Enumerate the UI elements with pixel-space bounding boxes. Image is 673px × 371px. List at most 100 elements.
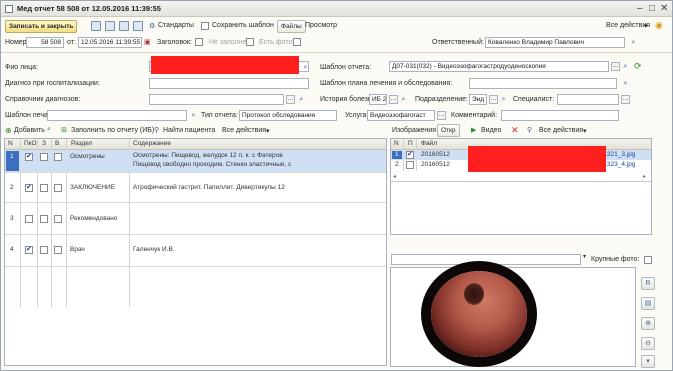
history-field[interactable]: ИБ 2 — [369, 94, 387, 105]
row-checkbox[interactable] — [40, 215, 48, 223]
search-icon[interactable]: ⌕ — [499, 95, 508, 104]
add-button[interactable]: Добавить — [14, 127, 45, 134]
standards-icon[interactable]: ⚙ — [149, 22, 155, 30]
history-dropdown[interactable]: … — [389, 95, 398, 104]
report-type-field[interactable]: Протокол обследования — [239, 110, 337, 121]
rotate-icon[interactable]: R — [641, 277, 655, 290]
large-photo-checkbox[interactable] — [644, 256, 652, 264]
find-patient-button[interactable]: Найти пациента — [163, 127, 215, 134]
row-checkbox[interactable] — [40, 153, 48, 161]
save-close-button[interactable]: Записать и закрыть — [5, 20, 78, 33]
scroll-left-icon[interactable]: ◂ — [393, 173, 396, 180]
filter-icon[interactable]: ⚲ — [527, 126, 532, 134]
comment-field[interactable] — [501, 110, 619, 121]
row-checkbox[interactable] — [54, 153, 62, 161]
service-dropdown[interactable]: … — [437, 111, 446, 120]
specialist-dropdown[interactable]: … — [621, 95, 630, 104]
specialist-field[interactable] — [557, 94, 619, 105]
close-icon[interactable]: ✕ — [660, 3, 668, 14]
row-checkbox[interactable] — [25, 215, 33, 223]
save-template-checkbox[interactable] — [201, 22, 209, 30]
row-checkbox[interactable] — [25, 152, 33, 161]
files-all-actions-menu[interactable]: Все действия — [539, 127, 583, 134]
column-header[interactable]: ПкО — [24, 139, 37, 149]
not-filled-checkbox[interactable] — [246, 38, 254, 46]
column-header[interactable]: З — [42, 139, 46, 149]
date-field[interactable]: 12.05.2016 11:39:55 — [78, 37, 142, 48]
chevron-down-icon[interactable]: ▾ — [583, 253, 586, 260]
search-icon[interactable]: ⌕ — [621, 79, 630, 88]
files-button[interactable]: Файлы — [277, 20, 306, 33]
row-checkbox[interactable] — [54, 215, 62, 223]
service-field[interactable]: Видеоэзофагогаст — [367, 110, 435, 121]
scroll-right-icon[interactable]: ▸ — [643, 173, 646, 180]
fill-report-button[interactable]: Заполнить по отчету (ИБ) — [71, 127, 154, 134]
minimize-icon[interactable]: ‒ — [637, 3, 643, 14]
photo-select[interactable] — [391, 254, 581, 265]
row-checkbox[interactable] — [40, 246, 48, 254]
department-dropdown[interactable]: … — [489, 95, 498, 104]
print-icon[interactable] — [119, 21, 129, 31]
responsible-field[interactable]: Коваленко Владимир Павлович — [485, 37, 625, 48]
delete-icon[interactable]: ✕ — [511, 125, 519, 136]
horizontal-scrollbar[interactable] — [391, 181, 651, 182]
open-button[interactable]: Откр — [437, 124, 460, 137]
column-header[interactable]: В — [55, 139, 59, 149]
plan-field[interactable] — [469, 78, 617, 89]
chevron-down-icon[interactable]: ▾ — [583, 127, 587, 135]
chevron-down-icon[interactable]: ▾ — [266, 127, 270, 135]
save-template-button[interactable]: Сохранить шаблон — [212, 22, 274, 29]
has-photo-checkbox[interactable] — [293, 38, 301, 46]
search-icon[interactable]: ⌕ — [629, 38, 638, 47]
grid-all-actions-menu[interactable]: Все действия — [222, 127, 266, 134]
column-header[interactable]: Раздел — [71, 139, 92, 149]
template-dropdown[interactable]: … — [611, 62, 620, 71]
row-checkbox[interactable] — [25, 183, 33, 192]
calendar-icon[interactable]: ▣ — [144, 38, 151, 46]
draft-checkbox[interactable] — [195, 38, 203, 46]
save-icon[interactable] — [91, 21, 101, 31]
row-checkbox[interactable] — [54, 184, 62, 192]
preview-button[interactable]: Просмотр — [305, 22, 337, 29]
standards-button[interactable]: Стандарты — [158, 22, 194, 29]
number-field[interactable]: 58 508 — [26, 37, 64, 48]
search-icon[interactable]: ⌕ — [301, 63, 310, 72]
row-checkbox[interactable] — [54, 246, 62, 254]
sections-table[interactable]: N ПкО З В Раздел Содержание 1 Осмотрены … — [4, 138, 387, 366]
file-checkbox[interactable] — [406, 161, 414, 169]
row-checkbox[interactable] — [40, 184, 48, 192]
column-header[interactable]: N — [8, 139, 13, 149]
row-checkbox[interactable] — [25, 245, 33, 254]
help-icon[interactable]: ◉ — [655, 20, 663, 31]
ref-diagnosis-field[interactable] — [149, 94, 284, 105]
fill-icon[interactable]: ⊞ — [61, 126, 67, 134]
search-icon[interactable]: ⌕ — [399, 95, 408, 104]
search-icon[interactable]: ⌕ — [297, 95, 306, 104]
copy-icon[interactable] — [105, 21, 115, 31]
chevron-down-icon[interactable]: ▾ — [644, 22, 648, 30]
refresh-icon[interactable]: ⟳ — [634, 61, 642, 72]
column-header[interactable]: N — [394, 139, 399, 149]
images-tab[interactable]: Изображения — [392, 127, 436, 134]
department-field[interactable]: Энд — [469, 94, 487, 105]
fit-icon[interactable]: ▾ — [641, 355, 655, 368]
image-icon[interactable]: ▤ — [641, 297, 655, 310]
find-icon[interactable]: ⚲ — [154, 126, 159, 134]
search-icon[interactable]: ⌕ — [47, 126, 51, 134]
diagnosis-field[interactable] — [149, 78, 309, 89]
column-header[interactable]: Файл — [421, 139, 437, 149]
play-icon[interactable]: ▶ — [471, 126, 476, 134]
zoom-in-icon[interactable]: ⊕ — [641, 317, 655, 330]
zoom-out-icon[interactable]: ⊖ — [641, 337, 655, 350]
maximize-icon[interactable]: □ — [649, 3, 655, 14]
print-template-field[interactable] — [47, 110, 187, 121]
ref-diagnosis-dropdown[interactable]: … — [286, 95, 295, 104]
search-icon[interactable]: ⌕ — [189, 111, 198, 120]
column-header[interactable]: Содержание — [133, 139, 171, 149]
search-icon[interactable]: ⌕ — [621, 62, 630, 71]
mail-icon[interactable] — [133, 21, 143, 31]
column-header[interactable]: П — [408, 139, 413, 149]
video-button[interactable]: Видео — [481, 127, 501, 134]
file-checkbox[interactable] — [406, 150, 414, 159]
add-icon[interactable]: ⊕ — [5, 126, 12, 135]
